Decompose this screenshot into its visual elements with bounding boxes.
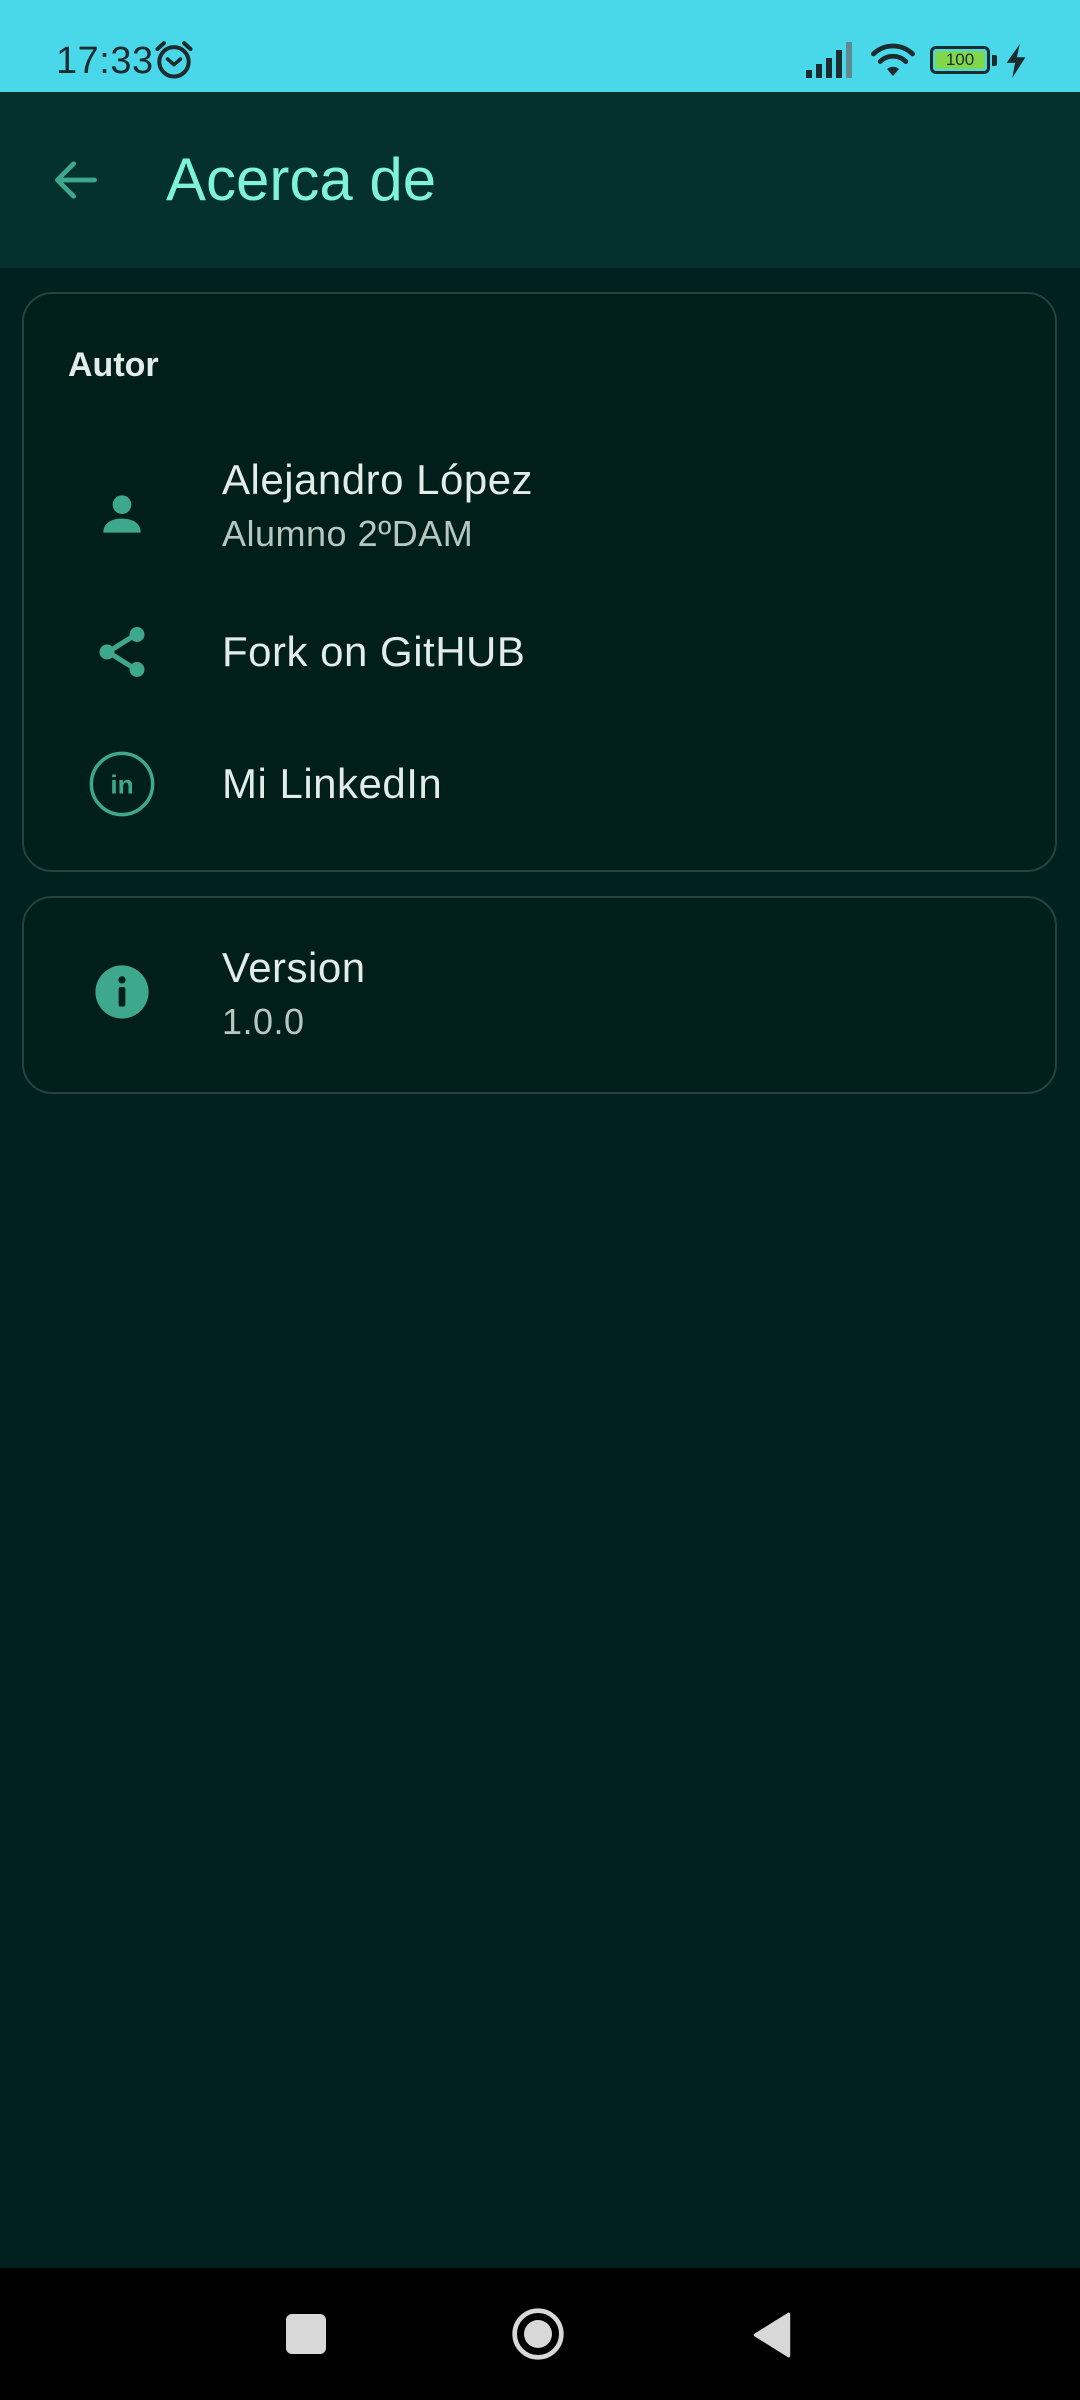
recents-icon[interactable] — [286, 2314, 326, 2354]
home-icon[interactable] — [510, 2306, 566, 2362]
author-role: Alumno 2ºDAM — [222, 513, 474, 554]
battery-icon: 100 — [930, 46, 990, 74]
version-card: Version 1.0.0 — [22, 896, 1057, 1094]
battery-level: 100 — [935, 50, 985, 69]
svg-text:in: in — [110, 769, 133, 799]
author-name: Alejandro López — [222, 456, 534, 503]
status-bar: 17:33 100 — [0, 0, 1080, 92]
share-icon — [86, 616, 158, 688]
arrow-back-icon — [55, 161, 97, 199]
back-icon[interactable] — [750, 2310, 794, 2360]
version-item[interactable]: Version 1.0.0 — [24, 918, 1055, 1068]
person-icon — [86, 478, 158, 550]
author-name-item[interactable]: Alejandro López Alumno 2ºDAM — [24, 444, 1055, 584]
linkedin-icon: in — [86, 748, 158, 820]
info-icon — [86, 956, 158, 1028]
charging-bolt-icon — [1006, 44, 1026, 78]
top-app-bar: Acerca de — [0, 92, 1080, 268]
system-nav-bar — [0, 2268, 1080, 2400]
linkedin-label: Mi LinkedIn — [222, 760, 443, 807]
signal-icon — [806, 42, 852, 78]
github-label: Fork on GitHUB — [222, 628, 526, 675]
battery-cap — [992, 55, 997, 66]
back-button[interactable] — [40, 144, 112, 216]
wifi-icon — [871, 43, 915, 76]
version-title: Version — [222, 944, 366, 991]
github-item[interactable]: Fork on GitHUB — [24, 592, 1055, 712]
linkedin-item[interactable]: in Mi LinkedIn — [24, 724, 1055, 844]
page-title: Acerca de — [166, 146, 437, 213]
version-number: 1.0.0 — [222, 1001, 305, 1042]
author-card: Autor Alejandro López Alumno 2ºDAM Fork … — [22, 292, 1057, 872]
alarm-icon — [155, 41, 193, 79]
status-time: 17:33 — [56, 40, 154, 82]
section-title-author: Autor — [68, 346, 159, 384]
